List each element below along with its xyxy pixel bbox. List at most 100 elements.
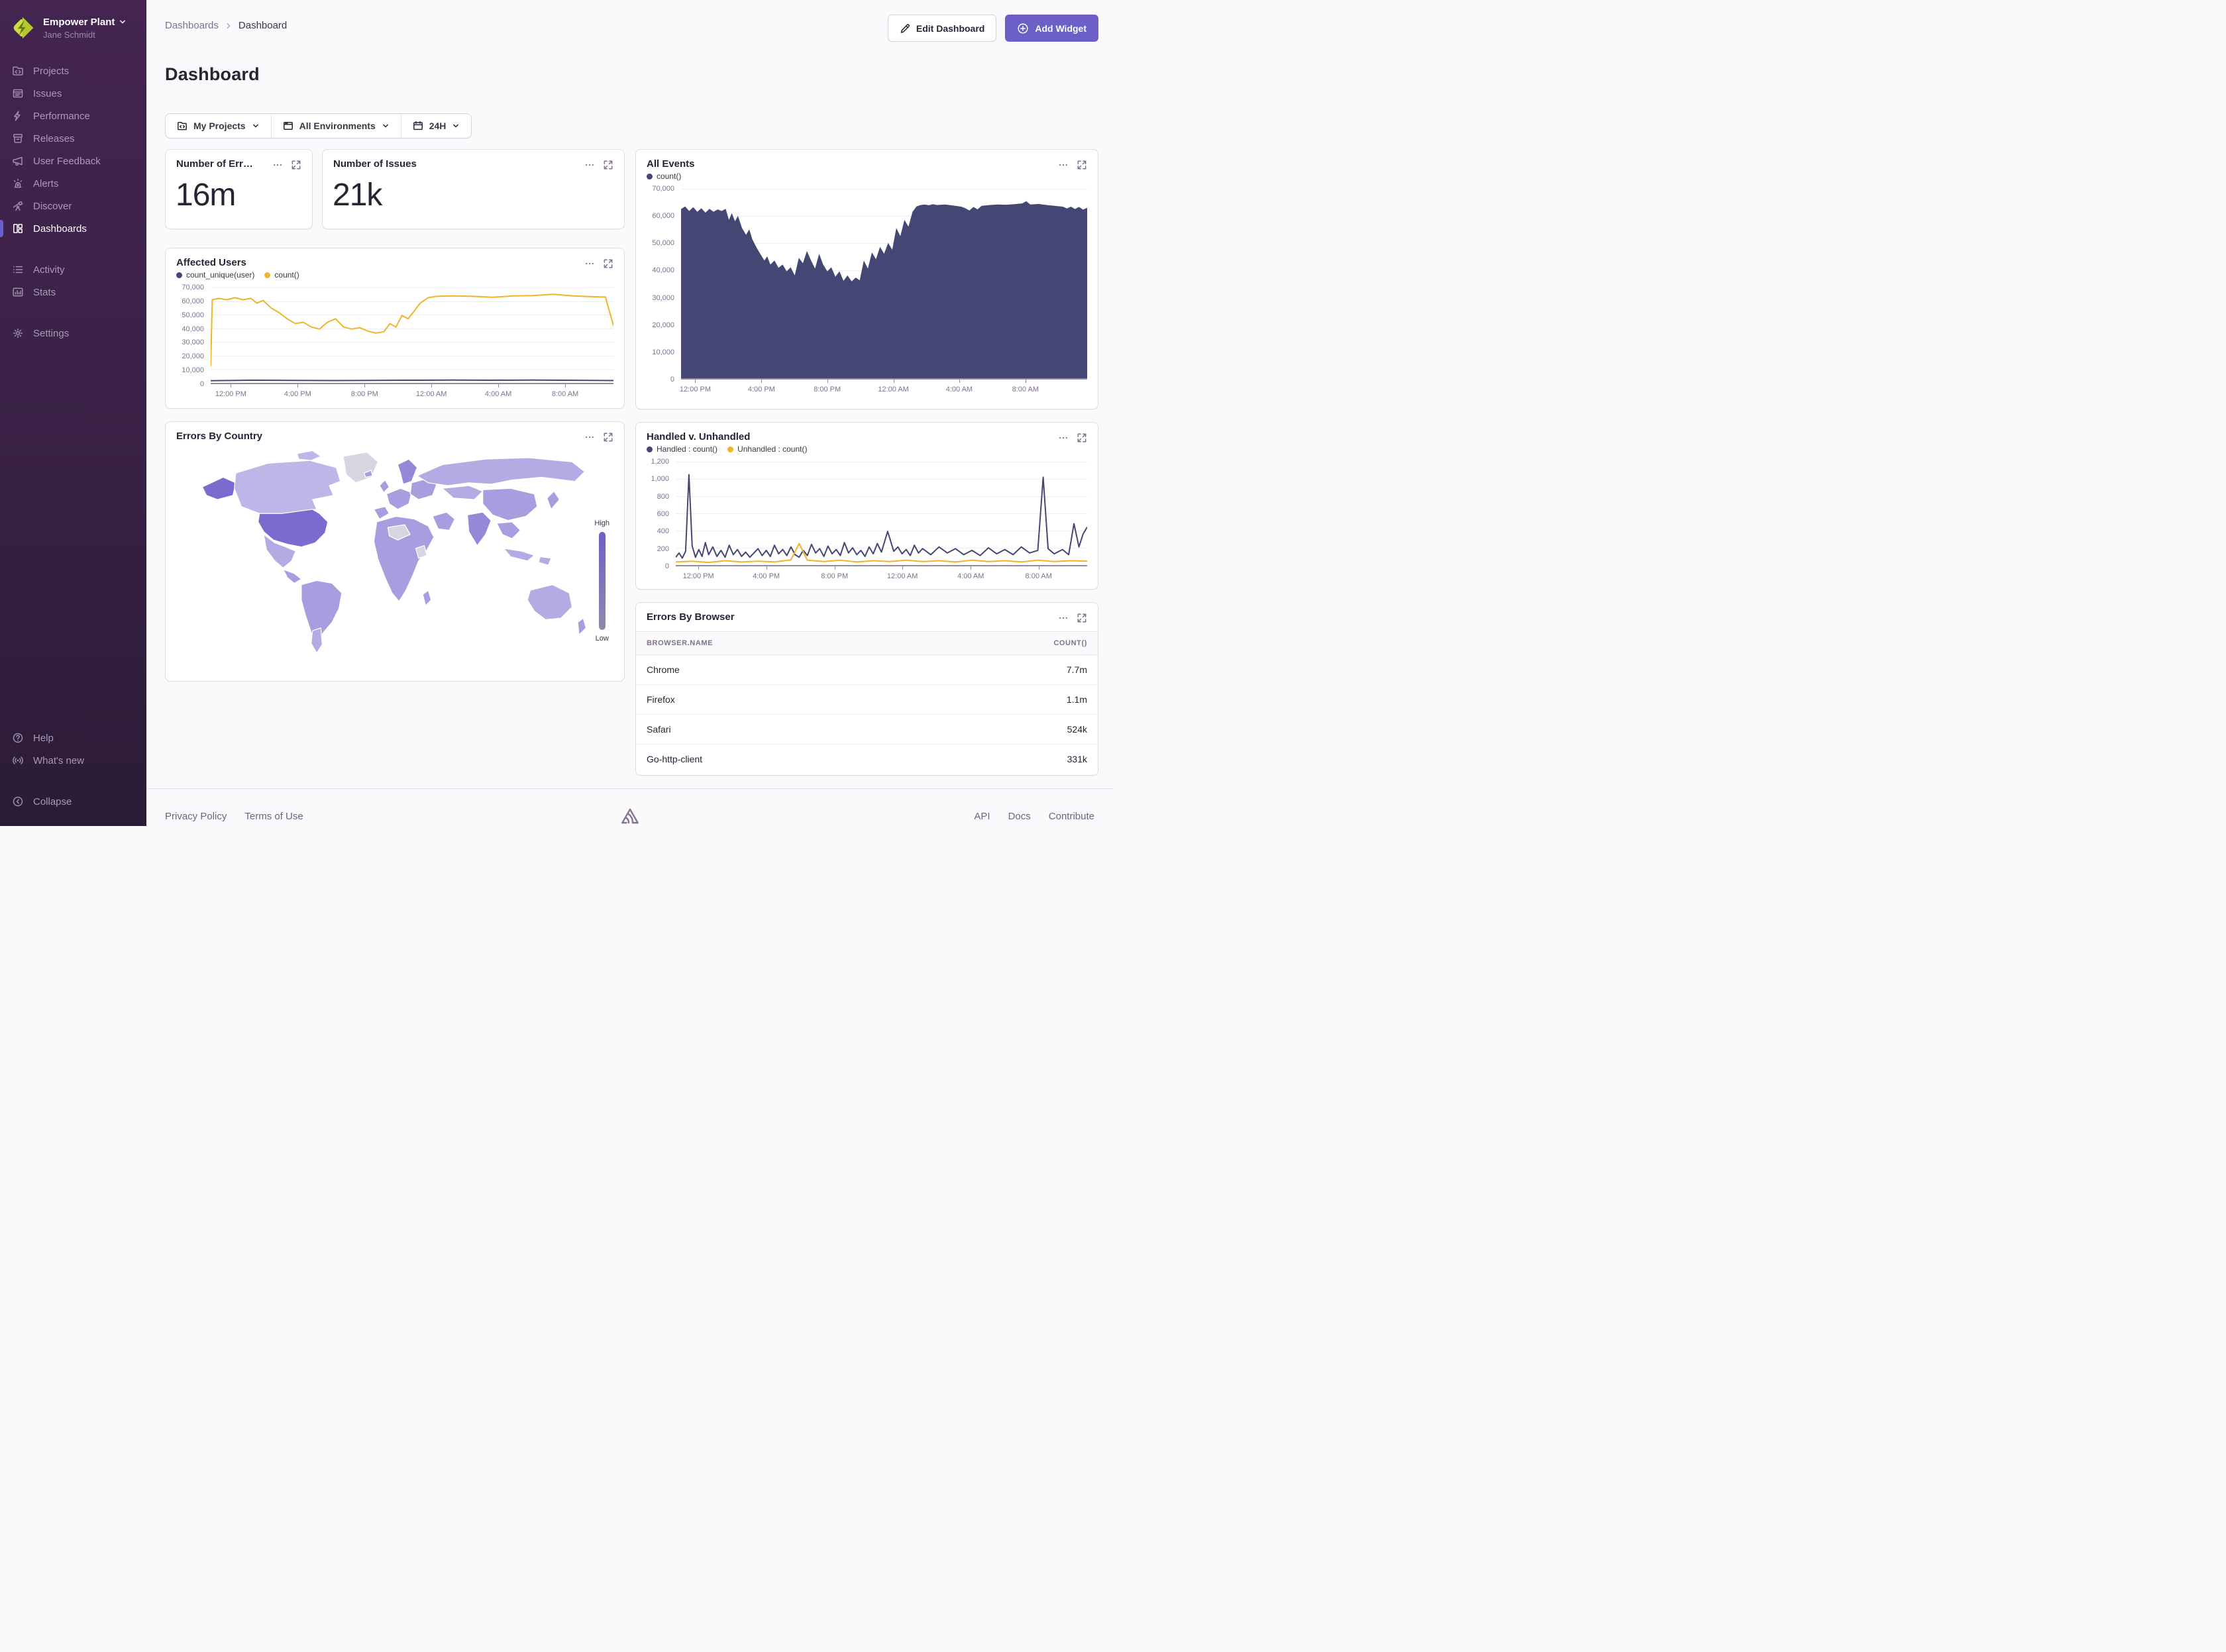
alerts-icon <box>11 177 25 190</box>
sidebar-item-what-s-new[interactable]: What's new <box>0 749 146 772</box>
ellipsis-icon[interactable] <box>584 258 595 269</box>
expand-icon[interactable] <box>1077 160 1087 170</box>
table-row[interactable]: Firefox1.1m <box>636 685 1098 715</box>
table-row[interactable]: Chrome7.7m <box>636 655 1098 685</box>
map-region-indonesia-east[interactable] <box>539 557 551 566</box>
cell-count: 331k <box>920 745 1098 774</box>
sidebar-footer: HelpWhat's new Collapse <box>0 727 146 813</box>
expand-icon[interactable] <box>603 160 613 170</box>
map-region-greenland[interactable] <box>343 452 378 483</box>
map-region-scandinavia[interactable] <box>398 459 417 484</box>
map-region-australia[interactable] <box>527 585 572 620</box>
map-region-uk[interactable] <box>380 480 390 493</box>
ellipsis-icon[interactable] <box>1058 433 1069 443</box>
expand-icon[interactable] <box>603 432 613 442</box>
footer-link-contribute[interactable]: Contribute <box>1049 811 1094 822</box>
cell-count: 7.7m <box>920 655 1098 685</box>
world-map[interactable]: High Low <box>166 442 624 662</box>
sidebar-item-issues[interactable]: Issues <box>0 82 146 105</box>
widget-title: Errors By Country <box>176 431 262 442</box>
affected-users-chart[interactable]: 70,00060,00050,00040,00030,00020,00010,0… <box>166 280 624 403</box>
errors-by-browser-table: BROWSER.NAME COUNT() Chrome7.7mFirefox1.… <box>636 631 1098 774</box>
map-region-iberia[interactable] <box>374 507 389 519</box>
map-region-india[interactable] <box>468 512 492 546</box>
cell-browser-name: Firefox <box>636 685 920 715</box>
help-icon <box>11 731 25 745</box>
map-region-middle-east[interactable] <box>433 512 455 530</box>
map-legend-high: High <box>594 519 610 527</box>
sidebar-item-releases[interactable]: Releases <box>0 127 146 150</box>
breadcrumb-dashboards[interactable]: Dashboards <box>165 20 219 31</box>
ellipsis-icon[interactable] <box>1058 160 1069 170</box>
sentry-logo <box>619 807 641 826</box>
cell-count: 524k <box>920 715 1098 745</box>
expand-icon[interactable] <box>603 258 613 269</box>
page-footer: Privacy Policy Terms of Use API Docs Contri… <box>146 788 1113 826</box>
map-region-canada[interactable] <box>235 460 341 513</box>
all-events-chart[interactable]: 70,00060,00050,00040,00030,00020,00010,0… <box>636 181 1098 398</box>
map-region-new-zealand[interactable] <box>578 618 586 635</box>
map-region-se-asia[interactable] <box>497 522 521 539</box>
footer-link-docs[interactable]: Docs <box>1008 811 1031 822</box>
sidebar-item-alerts[interactable]: Alerts <box>0 172 146 195</box>
sidebar-item-activity[interactable]: Activity <box>0 258 146 281</box>
ellipsis-icon[interactable] <box>1058 613 1069 623</box>
time-range-filter[interactable]: 24H <box>401 114 472 138</box>
sidebar-item-projects[interactable]: Projects <box>0 60 146 82</box>
cell-browser-name: Safari <box>636 715 920 745</box>
legend-item: Unhandled : count() <box>727 444 807 454</box>
ellipsis-icon[interactable] <box>584 160 595 170</box>
column-count[interactable]: COUNT() <box>920 632 1098 655</box>
sidebar-item-performance[interactable]: Performance <box>0 105 146 127</box>
window-icon <box>283 121 293 131</box>
map-region-central-asia[interactable] <box>443 486 483 499</box>
map-region-alaska[interactable] <box>202 477 236 499</box>
map-region-argentina[interactable] <box>311 628 323 653</box>
expand-icon[interactable] <box>1077 433 1087 443</box>
map-region-indonesia[interactable] <box>504 548 534 561</box>
sidebar-item-settings[interactable]: Settings <box>0 322 146 344</box>
projects-filter[interactable]: My Projects <box>166 114 271 138</box>
performance-icon <box>11 109 25 123</box>
widget-affected-users: Affected Users count_unique(user)count()… <box>165 248 625 409</box>
calendar-icon <box>413 121 423 131</box>
sidebar-item-label: Releases <box>33 133 75 144</box>
footer-link-privacy-policy[interactable]: Privacy Policy <box>165 811 227 822</box>
handled-unhandled-chart[interactable]: 1,2001,0008006004002000 12:00 PM4:00 PM8… <box>636 454 1098 585</box>
map-region-russia[interactable] <box>417 458 585 486</box>
sidebar-item-stats[interactable]: Stats <box>0 281 146 303</box>
sidebar-item-label: Settings <box>33 328 69 339</box>
table-row[interactable]: Safari524k <box>636 715 1098 745</box>
expand-icon[interactable] <box>291 160 301 170</box>
chevron-down-icon <box>382 122 390 130</box>
chevron-down-icon <box>452 122 460 130</box>
column-browser-name[interactable]: BROWSER.NAME <box>636 632 920 655</box>
map-region-canada-islands[interactable] <box>297 450 321 460</box>
map-region-madagascar[interactable] <box>423 590 431 605</box>
choropleth-map[interactable] <box>175 445 615 654</box>
map-region-china[interactable] <box>483 488 537 520</box>
expand-icon[interactable] <box>1077 613 1087 623</box>
map-region-west-europe[interactable] <box>386 488 411 509</box>
sidebar-item-collapse[interactable]: Collapse <box>0 790 146 813</box>
legend-item: Handled : count() <box>647 444 717 454</box>
map-region-central-america[interactable] <box>283 569 301 583</box>
sidebar-item-user-feedback[interactable]: User Feedback <box>0 150 146 172</box>
sidebar-item-discover[interactable]: Discover <box>0 195 146 217</box>
environments-filter[interactable]: All Environments <box>271 114 401 138</box>
edit-dashboard-button[interactable]: Edit Dashboard <box>888 15 996 42</box>
sidebar-item-help[interactable]: Help <box>0 727 146 749</box>
widget-number-of-errors: Number of Err… 16m <box>165 149 313 229</box>
org-logo <box>9 15 36 41</box>
org-switcher[interactable]: Empower Plant Jane Schmidt <box>0 9 146 46</box>
sidebar-item-label: Stats <box>33 287 56 298</box>
table-row[interactable]: Go-http-client331k <box>636 745 1098 774</box>
ellipsis-icon[interactable] <box>584 432 595 442</box>
map-region-japan[interactable] <box>547 491 560 509</box>
add-widget-button[interactable]: Add Widget <box>1005 15 1098 42</box>
breadcrumb-current: Dashboard <box>238 20 287 31</box>
footer-link-api[interactable]: API <box>974 811 990 822</box>
ellipsis-icon[interactable] <box>272 160 283 170</box>
sidebar-item-dashboards[interactable]: Dashboards <box>0 217 146 240</box>
footer-link-terms-of-use[interactable]: Terms of Use <box>244 811 303 822</box>
